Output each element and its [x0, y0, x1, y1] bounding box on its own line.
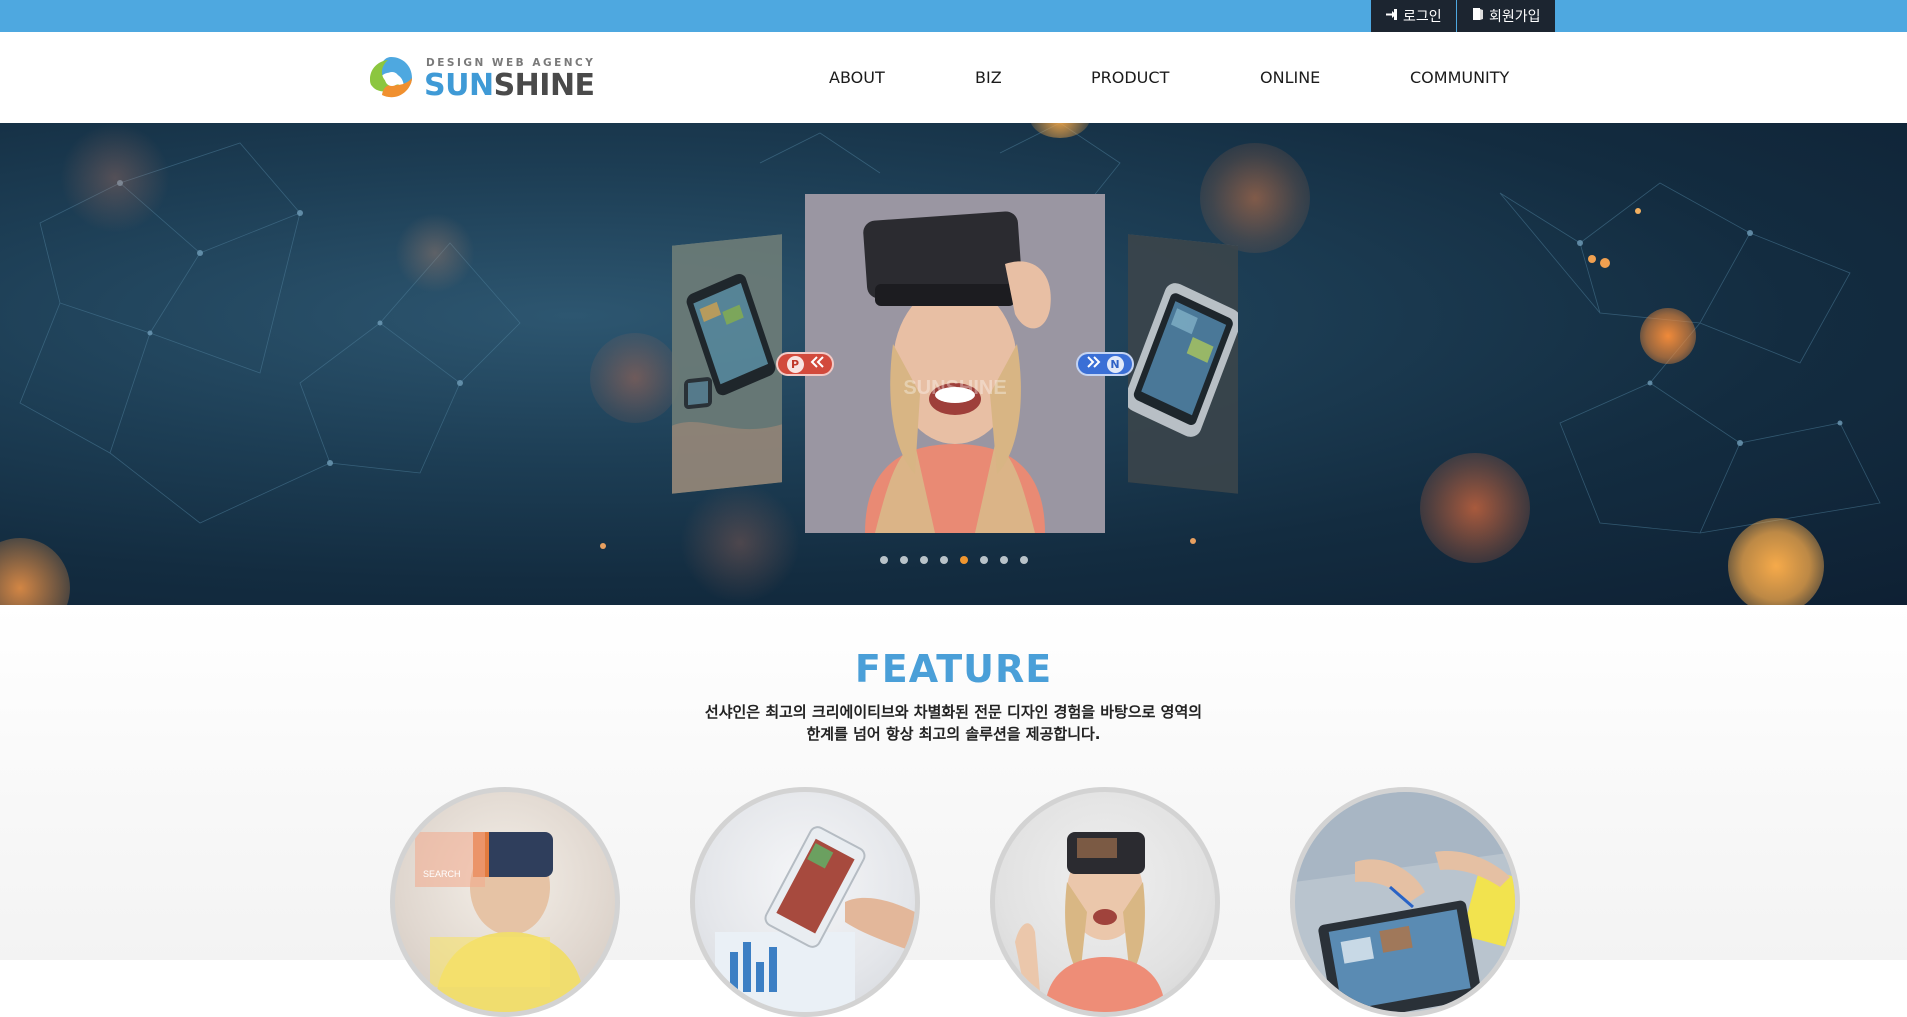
pagination-dot[interactable]	[940, 556, 948, 564]
nav-about[interactable]: ABOUT	[829, 32, 885, 123]
pagination-dot[interactable]	[880, 556, 888, 564]
pagination-dot[interactable]	[980, 556, 988, 564]
double-chevron-right-icon	[1086, 356, 1101, 372]
search-overlay-text: SEARCH	[423, 869, 461, 879]
feature-item-2[interactable]	[690, 787, 920, 1017]
pagination-dot[interactable]	[1000, 556, 1008, 564]
hero-slider: SUNSHINE P N	[0, 123, 1907, 605]
pagination-dot[interactable]	[920, 556, 928, 564]
prev-badge: P	[786, 355, 804, 373]
vr-man-image: SEARCH	[415, 832, 585, 1012]
feature-description-line1: 선샤인은 최고의 크리에이티브와 차별화된 전문 디자인 경험을 바탕으로 영역…	[704, 703, 1203, 721]
feature-title: FEATURE	[854, 647, 1053, 691]
vr-headset-woman-image: SUNSHINE	[805, 194, 1105, 533]
smartphone-hand-image	[715, 826, 915, 1012]
pagination-dot[interactable]	[1020, 556, 1028, 564]
slide-prev-preview[interactable]	[672, 234, 782, 494]
sunshine-logo[interactable]: DESIGN WEB AGENCY SUNSHINE	[368, 52, 595, 107]
slide-watermark: SUNSHINE	[903, 377, 1006, 399]
feature-item-1[interactable]: SEARCH	[390, 787, 620, 1017]
join-button[interactable]: 회원가입	[1457, 0, 1555, 32]
login-button[interactable]: 로그인	[1371, 0, 1456, 32]
slide-next-preview[interactable]	[1128, 234, 1238, 494]
slide-current[interactable]: SUNSHINE	[805, 194, 1105, 533]
next-slide-button[interactable]: N	[1076, 352, 1134, 376]
tablet-hands-image	[1295, 792, 1515, 1012]
tablet-image	[1128, 234, 1238, 494]
pagination-dot[interactable]	[960, 556, 968, 564]
join-label: 회원가입	[1489, 9, 1541, 25]
join-icon	[1471, 7, 1484, 25]
smartphone-image	[672, 234, 782, 494]
login-icon	[1385, 8, 1398, 25]
feature-item-3[interactable]	[990, 787, 1220, 1017]
top-utility-bar: 로그인 회원가입	[0, 0, 1907, 32]
feature-description-line2: 한계를 넘어 항상 최고의 솔루션을 제공합니다.	[806, 725, 1101, 743]
nav-product[interactable]: PRODUCT	[1091, 32, 1169, 123]
nav-biz[interactable]: BIZ	[975, 32, 1002, 123]
login-label: 로그인	[1403, 9, 1442, 25]
site-header: DESIGN WEB AGENCY SUNSHINE ABOUT BIZ PRO…	[0, 32, 1907, 123]
nav-community[interactable]: COMMUNITY	[1410, 32, 1509, 123]
next-badge: N	[1106, 355, 1124, 373]
feature-section: FEATURE 선샤인은 최고의 크리에이티브와 차별화된 전문 디자인 경험을…	[0, 605, 1907, 1017]
pagination-dot[interactable]	[900, 556, 908, 564]
feature-item-4[interactable]	[1290, 787, 1520, 1017]
logo-mark-icon	[370, 57, 412, 98]
logo-wordmark: SUNSHINE	[424, 68, 595, 103]
nav-online[interactable]: ONLINE	[1260, 32, 1320, 123]
logo-sun-text: SUN	[424, 68, 494, 103]
prev-slide-button[interactable]: P	[776, 352, 834, 376]
logo-shine-text: SHINE	[493, 68, 595, 103]
vr-woman-image	[1015, 832, 1165, 1012]
double-chevron-left-icon	[810, 356, 824, 372]
slider-pagination	[880, 556, 1028, 564]
